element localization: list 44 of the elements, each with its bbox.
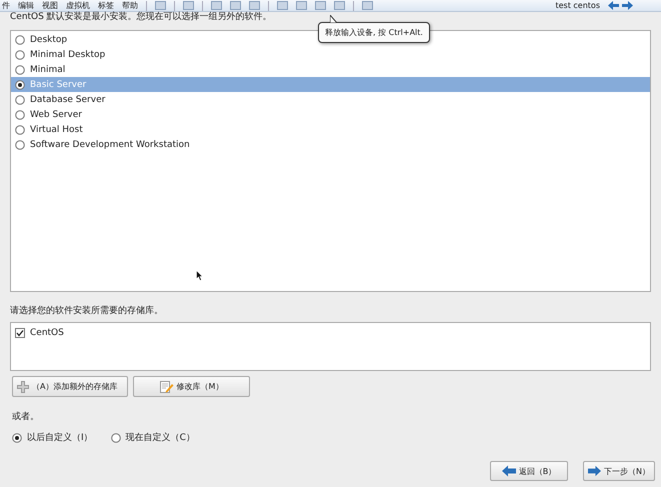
next-button[interactable]: 下一步（N）	[583, 461, 655, 481]
menu-item[interactable]: 虚拟机	[66, 1, 90, 10]
checkbox[interactable]	[15, 328, 25, 338]
repository-label: CentOS	[30, 328, 64, 338]
radio-label: 以后自定义（I）	[27, 432, 93, 444]
menu-item[interactable]: 视图	[42, 1, 58, 10]
menu-item[interactable]: 编辑	[18, 1, 34, 10]
vm-name: test centos	[556, 1, 600, 10]
menu-item[interactable]: 标签	[98, 1, 114, 10]
plus-icon	[17, 380, 29, 392]
menu-item[interactable]: 件	[2, 1, 10, 10]
or-label: 或者。	[12, 410, 40, 423]
radio-button[interactable]	[15, 64, 25, 74]
radio-label: 现在自定义（C）	[126, 432, 195, 444]
modify-repository-button[interactable]: 修改库（M）	[133, 376, 250, 397]
tooltip-pointer-icon	[330, 15, 338, 23]
back-button[interactable]: 返回（B）	[490, 461, 568, 481]
instruction-text: CentOS 默认安装是最小安装。您现在可以选择一组另外的软件。	[10, 12, 272, 22]
list-item[interactable]: Virtual Host	[11, 122, 87, 137]
list-item[interactable]: Database Server	[11, 92, 110, 107]
list-item[interactable]: Minimal Desktop	[11, 47, 110, 62]
radio-button[interactable]	[110, 432, 121, 442]
radio-button[interactable]	[15, 110, 25, 120]
radio-button[interactable]	[15, 140, 25, 150]
edit-icon	[160, 380, 174, 392]
list-item[interactable]: Software Development Workstation	[11, 137, 194, 152]
left-arrow-icon	[502, 465, 516, 477]
radio-button[interactable]	[15, 94, 25, 104]
list-item[interactable]: Desktop	[11, 32, 72, 47]
radio-button[interactable]	[15, 80, 25, 90]
back-arrow-icon[interactable]	[608, 1, 619, 10]
repository-prompt: 请选择您的软件安装所需要的存储库。	[10, 304, 164, 317]
radio-button[interactable]	[15, 34, 25, 44]
add-repository-button[interactable]: （A）添加额外的存储库	[12, 376, 128, 397]
radio-button[interactable]	[12, 432, 22, 442]
list-item[interactable]: Minimal	[11, 62, 70, 77]
radio-button[interactable]	[15, 124, 25, 134]
mouse-pointer-icon	[196, 270, 203, 281]
list-item[interactable]: Web Server	[11, 107, 86, 122]
forward-arrow-icon[interactable]	[622, 1, 633, 10]
radio-button[interactable]	[15, 50, 25, 60]
menu-item[interactable]: 帮助	[122, 1, 138, 10]
right-arrow-icon	[588, 465, 602, 477]
tooltip: 释放输入设备, 按 Ctrl+Alt.	[318, 22, 430, 43]
